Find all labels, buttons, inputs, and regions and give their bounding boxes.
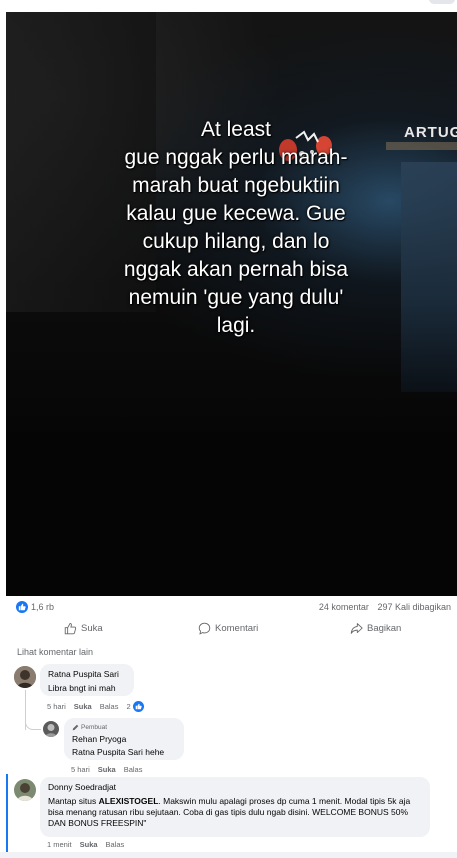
commenter-name[interactable]: Donny Soedradjat <box>48 782 422 793</box>
dark-floor <box>6 432 457 596</box>
like-button-label: Suka <box>81 622 103 634</box>
commenter-name[interactable]: Rehan Pryoga <box>72 734 176 745</box>
mention-link[interactable]: Ratna Puspita Sari <box>72 747 143 757</box>
avatar[interactable] <box>43 721 59 737</box>
like-reaction-icon <box>132 701 144 712</box>
author-badge-label: Pembuat <box>81 724 108 731</box>
comment-meta: 1 menit Suka Balas <box>47 840 124 849</box>
comment-timestamp[interactable]: 5 hari <box>71 765 90 774</box>
reaction-number: 2 <box>126 702 131 711</box>
post-caption-overlay: At least gue nggak perlu marah- marah bu… <box>96 116 376 340</box>
caption-line: gue nggak perlu marah- <box>124 146 348 169</box>
comment-bubble: Donny Soedradjat Mantap situs ALEXISTOGE… <box>40 777 430 837</box>
top-bar <box>0 0 457 12</box>
comment-like-link[interactable]: Suka <box>98 765 116 774</box>
background-window <box>401 162 457 392</box>
caption-line: kalau gue kecewa. Gue <box>126 202 346 225</box>
background-sign: ARTUG <box>404 124 457 141</box>
comment-bubble-icon <box>198 622 211 635</box>
new-comment-highlight <box>6 774 8 852</box>
caption-line: cukup hilang, dan lo <box>142 230 330 253</box>
profile-photo-icon <box>14 779 36 801</box>
share-button-label: Bagikan <box>367 622 402 634</box>
like-reaction-icon <box>16 601 28 613</box>
comment-meta: 5 hari Suka Balas 2 <box>47 701 144 712</box>
comment-text-start: Mantap situs <box>48 796 99 806</box>
comment-reply-link[interactable]: Balas <box>100 702 119 711</box>
comment-count[interactable]: 24 komentar <box>319 602 369 612</box>
caption-line: marah buat ngebuktiin <box>132 174 340 197</box>
share-count[interactable]: 297 Kali dibagikan <box>377 602 451 612</box>
comment-like-link[interactable]: Suka <box>74 702 92 711</box>
pencil-icon <box>72 724 79 731</box>
comment-reply-link[interactable]: Balas <box>124 765 143 774</box>
reaction-count[interactable]: 1,6 rb <box>31 602 54 612</box>
reply-text-body: hehe <box>142 747 165 757</box>
caption-line: lagi. <box>216 314 256 337</box>
comment-button[interactable]: Komentari <box>198 620 258 636</box>
post-actions-bar: Suka Komentari Bagikan <box>16 617 451 639</box>
avatar[interactable] <box>14 779 36 801</box>
comment-reply-link[interactable]: Balas <box>106 840 125 849</box>
caption-line: nggak akan pernah bisa <box>123 258 349 281</box>
comment-text: Mantap situs ALEXISTOGEL. Makswin mulu a… <box>48 796 422 829</box>
comment-timestamp[interactable]: 1 menit <box>47 840 72 849</box>
reply-bubble: Pembuat Rehan Pryoga Ratna Puspita Sari … <box>64 718 184 760</box>
menu-button-edge[interactable] <box>429 0 455 4</box>
reply-meta: 5 hari Suka Balas <box>71 765 142 774</box>
comment-text-bold: ALEXISTOGEL <box>98 796 159 806</box>
comment-like-link[interactable]: Suka <box>80 840 98 849</box>
comment-button-label: Komentari <box>215 622 259 634</box>
next-comment-edge <box>0 852 457 858</box>
profile-photo-icon <box>43 721 59 737</box>
like-button[interactable]: Suka <box>64 620 103 636</box>
comment-text: Libra bngt ini mah <box>48 683 116 693</box>
author-badge: Pembuat <box>72 722 176 733</box>
reply-text: Ratna Puspita Sari hehe <box>72 747 176 758</box>
profile-photo-icon <box>14 666 36 688</box>
share-button[interactable]: Bagikan <box>350 620 401 636</box>
comment-reaction-count[interactable]: 2 <box>126 701 144 712</box>
post-stats: 1,6 rb 24 komentar 297 Kali dibagikan <box>16 601 451 615</box>
thumbs-up-icon <box>64 622 77 634</box>
view-more-comments-link[interactable]: Lihat komentar lain <box>17 647 93 657</box>
commenter-name[interactable]: Ratna Puspita Sari <box>48 669 126 680</box>
comment-timestamp[interactable]: 5 hari <box>47 702 66 711</box>
reply-connector <box>25 714 41 730</box>
caption-line: At least <box>200 118 272 141</box>
comment-bubble: Ratna Puspita Sari Libra bngt ini mah <box>40 664 134 696</box>
caption-line: nemuin 'gue yang dulu' <box>128 286 344 309</box>
avatar[interactable] <box>14 666 36 688</box>
share-arrow-icon <box>350 622 363 634</box>
background-shelf <box>386 142 457 150</box>
